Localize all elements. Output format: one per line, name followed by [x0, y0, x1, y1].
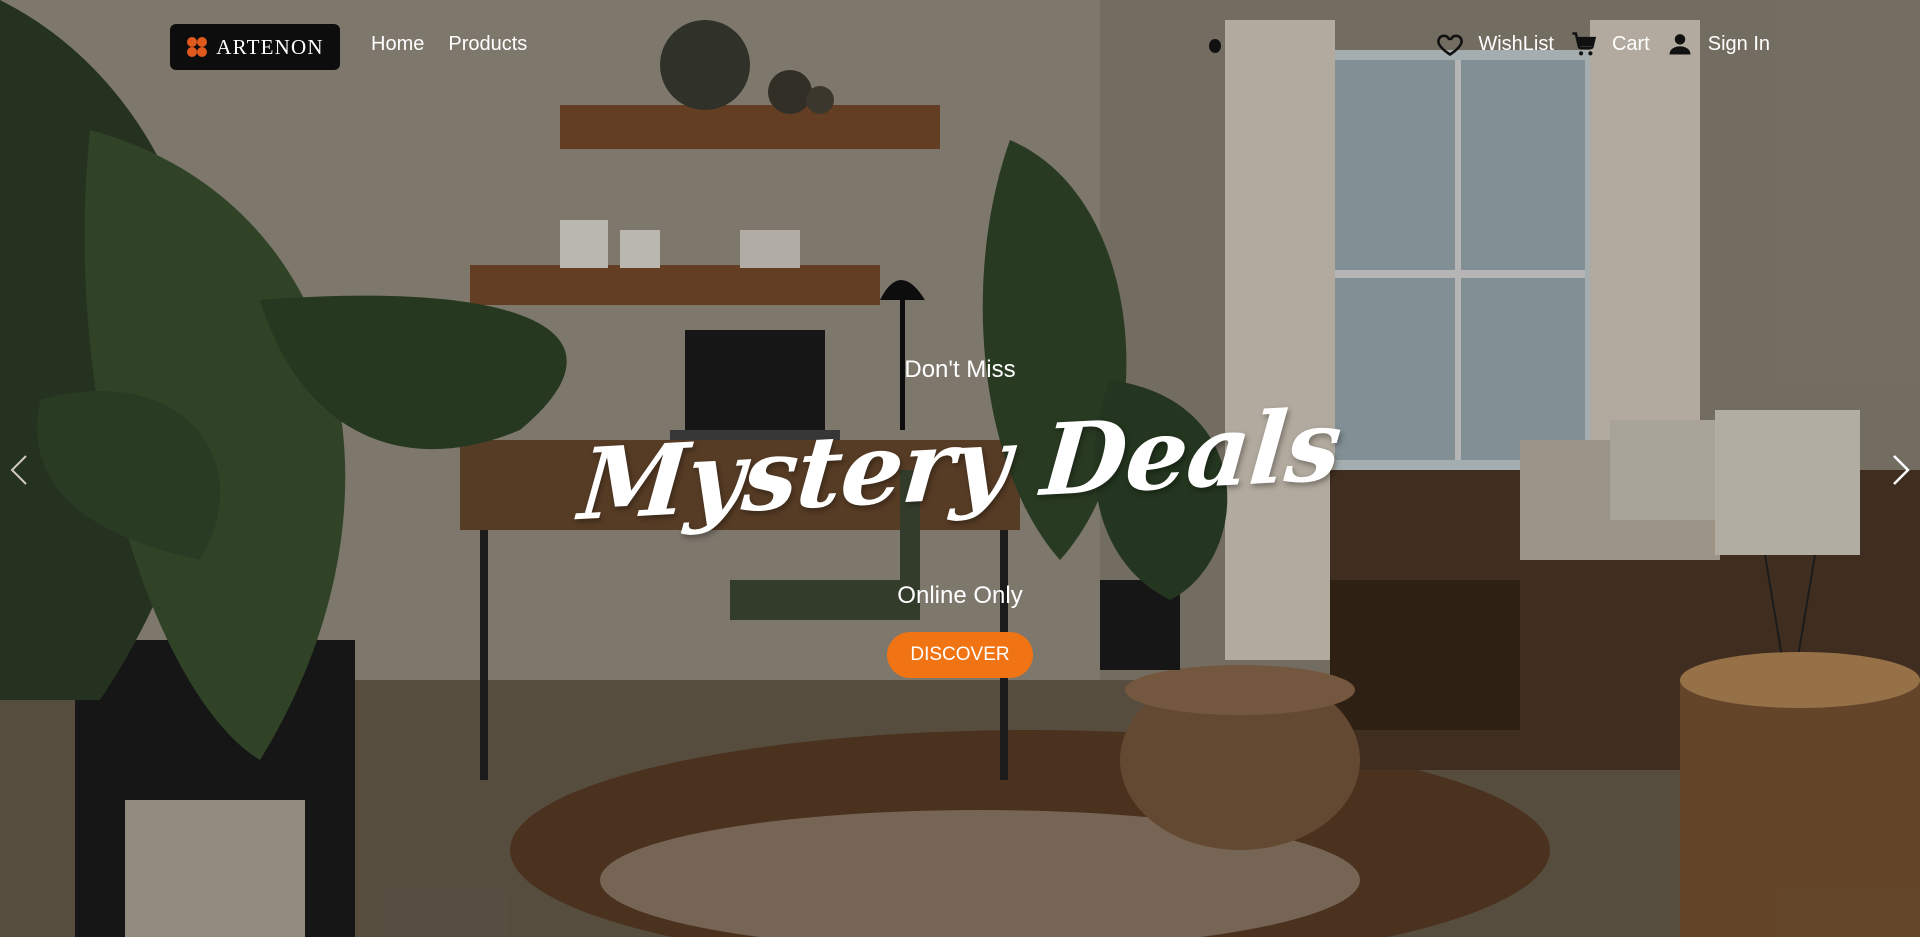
signin-link[interactable]: Sign In — [1666, 30, 1770, 58]
discover-button[interactable]: DISCOVER — [887, 632, 1033, 678]
logo-flower-icon — [187, 37, 208, 57]
nav-products-link[interactable]: Products — [448, 33, 527, 56]
wishlist-link[interactable]: WishList — [1436, 30, 1554, 58]
heart-icon — [1437, 34, 1464, 57]
wishlist-label: WishList — [1478, 32, 1554, 55]
hero-banner: ARTENON Home Products WishList Cart Sign… — [0, 0, 1920, 937]
hero-subtitle: Online Only — [897, 582, 1023, 609]
user-icon — [1669, 34, 1691, 55]
header-actions: WishList Cart Sign In — [1420, 30, 1770, 58]
brand-name: ARTENON — [216, 34, 324, 59]
signin-label: Sign In — [1707, 32, 1770, 55]
cart-label: Cart — [1611, 32, 1650, 55]
brand-logo[interactable]: ARTENON — [170, 24, 340, 70]
chevron-right-icon[interactable] — [1886, 452, 1914, 488]
nav-home-link[interactable]: Home — [371, 33, 424, 56]
cart-link[interactable]: Cart — [1570, 30, 1650, 58]
main-nav: Home Products — [371, 33, 551, 56]
indicator-dot — [1209, 39, 1221, 53]
cart-icon — [1572, 32, 1597, 56]
chevron-left-icon[interactable] — [6, 452, 34, 488]
